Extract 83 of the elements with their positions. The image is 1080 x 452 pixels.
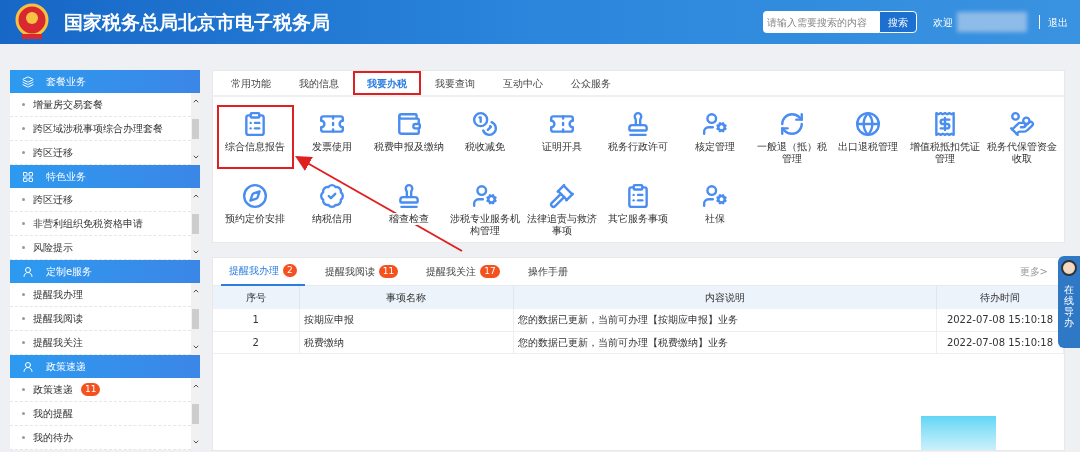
function-item[interactable]: 社保 — [676, 177, 754, 241]
table-cell: 1 — [213, 309, 299, 331]
function-item[interactable]: 出口退税管理 — [830, 105, 907, 169]
table-cell: 按期应申报 — [299, 309, 513, 331]
scrollbar-thumb[interactable] — [192, 214, 199, 234]
main-tab[interactable]: 我要办税 — [353, 71, 421, 95]
column-header: 序号 — [213, 286, 299, 309]
reminder-tab[interactable]: 提醒我关注 17 — [418, 257, 508, 286]
chevron-down-icon[interactable] — [191, 153, 200, 161]
avatar-icon — [1061, 260, 1077, 276]
main-tab[interactable]: 我要查询 — [421, 71, 489, 95]
chevron-down-icon[interactable] — [191, 248, 200, 256]
function-item[interactable]: 发票使用 — [293, 105, 371, 169]
chevron-up-icon[interactable] — [191, 97, 200, 105]
section-icon — [22, 265, 34, 278]
function-item[interactable]: 稽查检查 — [370, 177, 447, 241]
function-item[interactable]: 税务代保管资金收取 — [983, 105, 1060, 169]
function-item[interactable]: 税收减免 — [446, 105, 524, 169]
chevron-up-icon[interactable] — [191, 382, 200, 390]
function-item[interactable]: 一般退（抵）税管理 — [753, 105, 831, 169]
scrollbar-thumb[interactable] — [192, 309, 199, 329]
function-icon — [242, 183, 269, 209]
banner-placeholder[interactable] — [921, 416, 996, 450]
chevron-up-icon[interactable] — [191, 287, 200, 295]
table-cell: 您的数据已更新，当前可办理【税费缴纳】业务 — [513, 331, 937, 353]
function-item[interactable]: 预约定价安排 — [217, 177, 294, 241]
main-tab[interactable]: 公众服务 — [557, 71, 625, 95]
function-item[interactable]: 法律追责与救济事项 — [523, 177, 601, 241]
section-icon — [22, 170, 34, 183]
count-badge: 2 — [283, 263, 297, 278]
function-item[interactable]: 税费申报及缴纳 — [370, 105, 447, 169]
column-header: 内容说明 — [513, 286, 937, 309]
main-tab[interactable]: 常用功能 — [217, 71, 285, 95]
table-cell: 您的数据已更新，当前可办理【按期应申报】业务 — [513, 309, 937, 331]
function-icon — [855, 111, 882, 137]
reminder-tab[interactable]: 提醒我阅读 11 — [316, 257, 407, 286]
function-icon — [395, 111, 422, 137]
section-icon — [22, 75, 34, 88]
reminder-tab[interactable]: 操作手册 — [519, 257, 576, 286]
search-field[interactable]: 请输入需要搜索的内容 — [763, 11, 879, 33]
table-cell: 税费缴纳 — [299, 331, 513, 353]
scrollbar[interactable] — [191, 188, 200, 260]
function-item[interactable]: 证明开具 — [523, 105, 601, 169]
function-icon — [318, 183, 345, 209]
section-title: 套餐业务 — [46, 75, 86, 89]
scrollbar[interactable] — [191, 283, 200, 355]
function-item[interactable]: 税务行政许可 — [600, 105, 677, 169]
section-title: 定制e服务 — [46, 265, 93, 279]
function-icon — [548, 183, 575, 209]
section-title: 特色业务 — [46, 170, 86, 184]
chevron-down-icon[interactable] — [191, 343, 200, 351]
function-item[interactable]: 综合信息报告 — [217, 105, 294, 169]
site-title: 国家税务总局北京市电子税务局 — [64, 9, 330, 35]
function-item[interactable]: 增值税抵扣凭证管理 — [906, 105, 984, 169]
online-guide-widget[interactable]: 在线导办 — [1058, 256, 1080, 348]
section-icon — [22, 360, 34, 373]
function-item[interactable]: 核定管理 — [676, 105, 754, 169]
sidebar-item[interactable]: 政策速递 11 — [10, 378, 191, 402]
function-icon — [472, 111, 499, 137]
scrollbar[interactable] — [191, 93, 200, 165]
scrollbar-thumb[interactable] — [192, 404, 199, 424]
count-badge: 17 — [480, 264, 500, 279]
function-item[interactable]: 涉税专业服务机构管理 — [446, 177, 524, 241]
scrollbar-thumb[interactable] — [192, 119, 199, 139]
main-tab[interactable]: 互动中心 — [489, 71, 557, 95]
table-cell: 2 — [213, 331, 299, 353]
function-icon — [702, 183, 729, 209]
column-header: 事项名称 — [299, 286, 513, 309]
chevron-up-icon[interactable] — [191, 192, 200, 200]
search-button[interactable]: 搜索 — [879, 11, 917, 33]
section-title: 政策速递 — [46, 360, 86, 374]
count-badge: 11 — [81, 382, 101, 397]
function-icon — [702, 111, 729, 137]
main-tab[interactable]: 我的信息 — [285, 71, 353, 95]
function-icon — [778, 111, 805, 137]
blurred-username — [957, 12, 1027, 32]
welcome-text: 欢迎 — [933, 15, 953, 30]
count-badge: 11 — [378, 264, 399, 279]
function-item[interactable]: 其它服务事项 — [600, 177, 677, 241]
function-icon — [1008, 111, 1035, 137]
chevron-down-icon[interactable] — [191, 438, 200, 446]
function-item[interactable]: 纳税信用 — [293, 177, 371, 241]
function-icon — [472, 183, 499, 209]
